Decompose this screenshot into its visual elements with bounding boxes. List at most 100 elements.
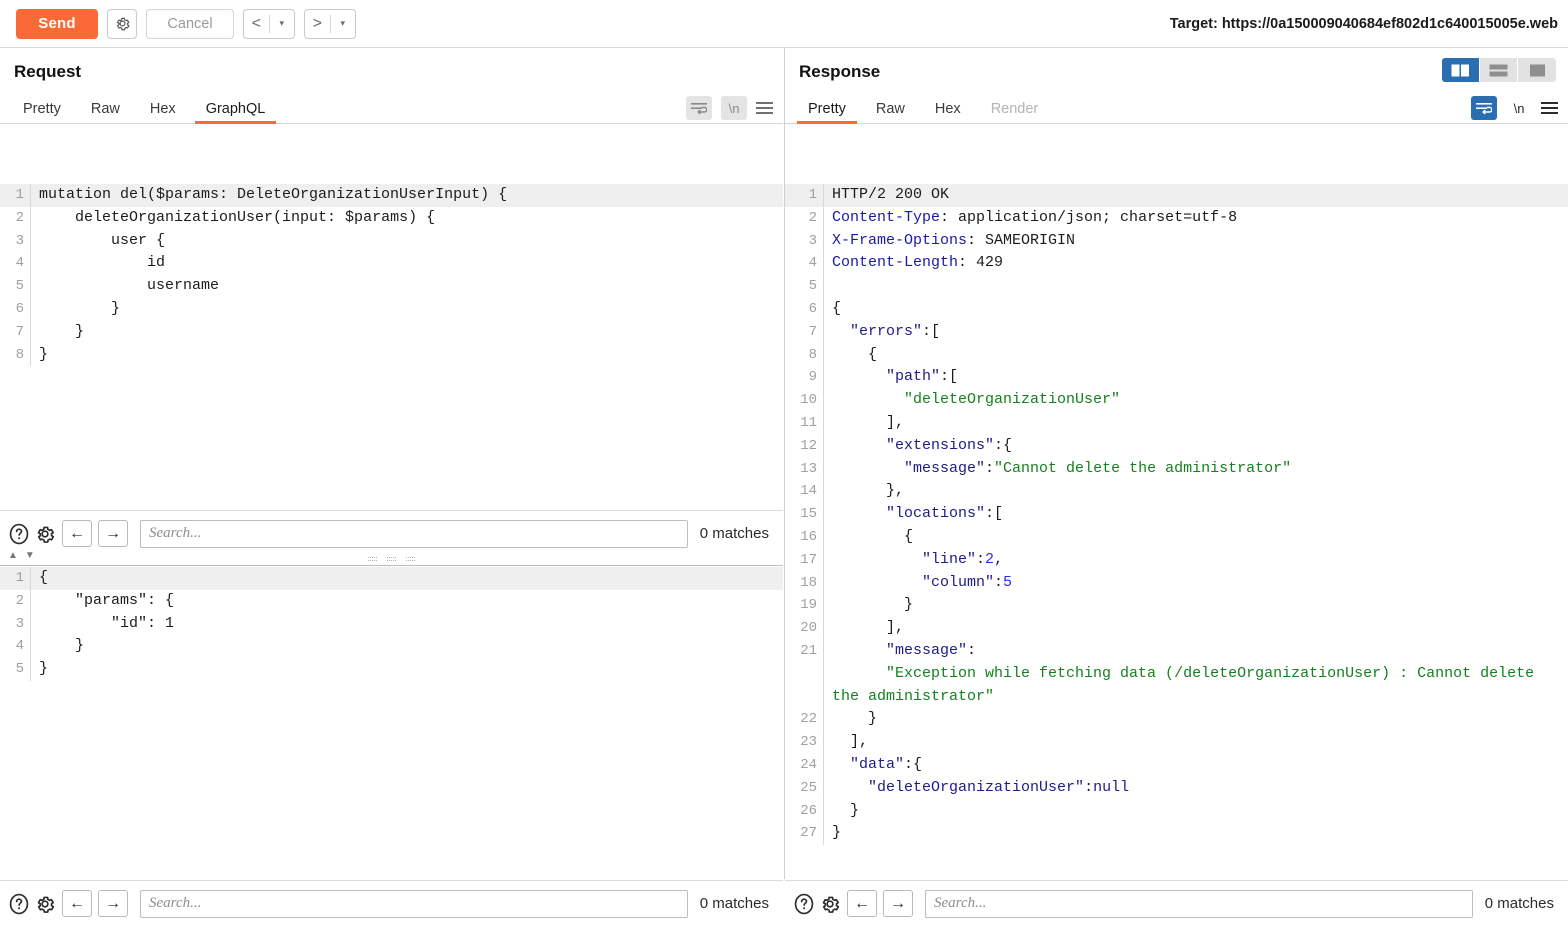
request-pane-splitter[interactable]: ▲ ▼ [0, 552, 783, 566]
request-menu-button[interactable] [756, 102, 773, 114]
repeater-toolbar: Send Cancel < ▾ > ▾ Target: https://0a15… [0, 0, 1568, 48]
response-body-viewer[interactable]: 1HTTP/2 200 OK2Content-Type: application… [785, 184, 1568, 880]
line-number: 6 [0, 298, 30, 321]
request-query-help-button[interactable] [8, 523, 30, 545]
gear-icon [34, 523, 56, 545]
line-number: 2 [0, 207, 30, 230]
layout-stacked-button[interactable] [1480, 58, 1518, 82]
line-number: 22 [785, 708, 823, 731]
line-number: 27 [785, 822, 823, 845]
response-search-settings-button[interactable] [819, 893, 841, 915]
request-show-newlines-toggle[interactable]: \n [721, 96, 747, 120]
code-line: 2 ″params″: { [0, 590, 783, 613]
request-tool-buttons: \n [686, 96, 773, 124]
code-line: 5 username [0, 275, 783, 298]
request-query-search-bar: ← → 0 matches [0, 510, 783, 556]
send-button[interactable]: Send [16, 9, 98, 39]
request-variables-search-bar: ← → 0 matches [0, 880, 783, 926]
help-icon [8, 523, 30, 545]
gear-icon [819, 893, 841, 915]
tab-request-graphql[interactable]: GraphQL [195, 101, 277, 124]
code-text: Content-Type: application/json; charset=… [823, 207, 1568, 230]
request-word-wrap-toggle[interactable] [686, 96, 712, 120]
code-line: 7 ″errors″:[ [785, 321, 1568, 344]
stacked-layout-icon [1489, 64, 1508, 77]
send-settings-button[interactable] [107, 9, 137, 39]
request-variables-search-input[interactable] [140, 890, 688, 918]
response-word-wrap-toggle[interactable] [1471, 96, 1497, 120]
chevron-up-icon: ▲ [8, 551, 18, 561]
request-query-search-next-button[interactable]: → [98, 520, 128, 547]
tab-request-raw[interactable]: Raw [80, 101, 131, 124]
graphql-variables-editor[interactable]: 1{2 ″params″: {3 ″id″: 14 }5} [0, 567, 783, 879]
code-line: 20 ], [785, 617, 1568, 640]
tab-request-hex[interactable]: Hex [139, 101, 187, 124]
request-variables-search-next-button[interactable]: → [98, 890, 128, 917]
line-number: 12 [785, 435, 823, 458]
line-number: 15 [785, 503, 823, 526]
code-line: 4 } [0, 635, 783, 658]
code-line: 8} [0, 344, 783, 367]
request-query-search-settings-button[interactable] [34, 523, 56, 545]
code-line: 17 ″line″:2, [785, 549, 1568, 572]
chevron-down-icon: ▾ [270, 19, 295, 28]
line-number: 5 [785, 275, 823, 298]
request-variables-search-settings-button[interactable] [34, 893, 56, 915]
code-text: ″deleteOrganizationUser″:null [823, 777, 1568, 800]
code-text: ″extensions″:{ [823, 435, 1568, 458]
code-line: 6 } [0, 298, 783, 321]
response-show-newlines-toggle[interactable]: \n [1506, 96, 1532, 120]
next-request-button[interactable]: > ▾ [304, 9, 356, 39]
code-text: } [823, 594, 1568, 617]
request-query-search-prev-button[interactable]: ← [62, 520, 92, 547]
code-text: } [30, 344, 783, 367]
line-number: 24 [785, 754, 823, 777]
word-wrap-icon [1476, 102, 1492, 115]
line-number: 4 [0, 252, 30, 275]
tab-response-pretty[interactable]: Pretty [797, 101, 857, 124]
splitter-collapse-arrows[interactable]: ▲ ▼ [8, 551, 35, 561]
line-number: 5 [0, 275, 30, 298]
graphql-query-editor[interactable]: 1mutation del($params: DeleteOrganizatio… [0, 184, 783, 509]
line-number: 25 [785, 777, 823, 800]
previous-request-button[interactable]: < ▾ [243, 9, 295, 39]
chevron-right-icon: > [305, 16, 330, 32]
code-text: HTTP/2 200 OK [823, 184, 1568, 207]
layout-single-button[interactable] [1518, 58, 1556, 82]
line-number: 1 [785, 184, 823, 207]
response-search-bar: ← → 0 matches [785, 880, 1568, 926]
code-line: 5} [0, 658, 783, 681]
code-text: { [30, 567, 783, 590]
response-search-input[interactable] [925, 890, 1473, 918]
code-text: ″errors″:[ [823, 321, 1568, 344]
code-text: } [30, 298, 783, 321]
request-variables-help-button[interactable] [8, 893, 30, 915]
response-panel: Response Pretty Raw Hex Render [784, 48, 1568, 879]
response-search-prev-button[interactable]: ← [847, 890, 877, 917]
code-text: } [823, 822, 1568, 845]
line-number: 19 [785, 594, 823, 617]
code-text: ″line″:2, [823, 549, 1568, 572]
target-label: Target: https://0a150009040684ef802d1c64… [1170, 16, 1558, 32]
line-number: 7 [785, 321, 823, 344]
code-line: 3X-Frame-Options: SAMEORIGIN [785, 230, 1568, 253]
tab-response-hex[interactable]: Hex [924, 101, 972, 124]
code-text: Content-Length: 429 [823, 252, 1568, 275]
tab-response-raw[interactable]: Raw [865, 101, 916, 124]
code-line: 2Content-Type: application/json; charset… [785, 207, 1568, 230]
code-line: 12 ″extensions″:{ [785, 435, 1568, 458]
code-text: ″deleteOrganizationUser″ [823, 389, 1568, 412]
layout-side-by-side-button[interactable] [1442, 58, 1480, 82]
request-variables-search-prev-button[interactable]: ← [62, 890, 92, 917]
tab-request-pretty[interactable]: Pretty [12, 101, 72, 124]
response-menu-button[interactable] [1541, 102, 1558, 114]
cancel-button[interactable]: Cancel [146, 9, 234, 39]
response-search-next-button[interactable]: → [883, 890, 913, 917]
newline-label: \n [729, 101, 740, 116]
request-query-search-input[interactable] [140, 520, 688, 548]
line-number: 26 [785, 800, 823, 823]
layout-toggle-group [1442, 58, 1556, 82]
code-text: ″data″:{ [823, 754, 1568, 777]
code-line: 1{ [0, 567, 783, 590]
response-help-button[interactable] [793, 893, 815, 915]
